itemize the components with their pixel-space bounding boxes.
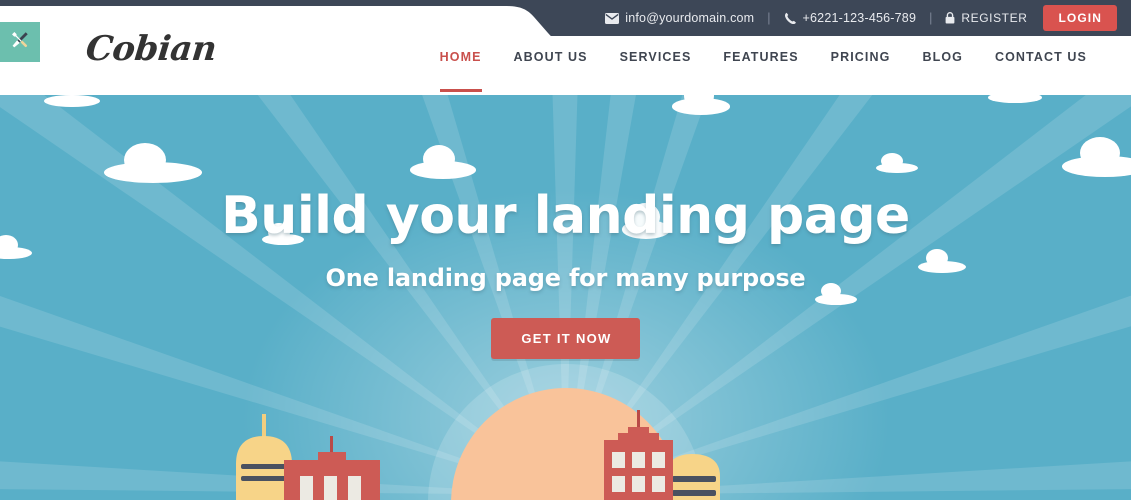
landing-page: info@yourdomain.com | +6221-123-456-789 …: [0, 0, 1131, 500]
cityscape-illustration: [236, 410, 720, 500]
main-navigation: HOME ABOUT US SERVICES FEATURES PRICING …: [424, 51, 1103, 91]
nav-item-about-us[interactable]: ABOUT US: [498, 51, 604, 64]
nav-item-home[interactable]: HOME: [424, 51, 498, 91]
nav-item-pricing[interactable]: PRICING: [815, 51, 907, 64]
brand-logo-text[interactable]: Cobian: [84, 29, 218, 69]
hero-copy: Build your landing page One landing page…: [0, 95, 1131, 359]
hero-title: Build your landing page: [221, 186, 910, 246]
hero-subtitle: One landing page for many purpose: [325, 264, 806, 292]
get-it-now-button[interactable]: GET IT NOW: [491, 318, 640, 359]
nav-item-contact-us[interactable]: CONTACT US: [979, 51, 1103, 64]
building-center-tower: [604, 410, 673, 500]
tools-icon: [9, 29, 31, 56]
dome-building-left: [236, 414, 292, 500]
logo-tile[interactable]: [0, 22, 40, 62]
nav-item-blog[interactable]: BLOG: [906, 51, 979, 64]
nav-item-features[interactable]: FEATURES: [707, 51, 814, 64]
building-left-red: [284, 436, 380, 500]
hero-section: Build your landing page One landing page…: [0, 95, 1131, 500]
dome-building-right: [666, 454, 720, 500]
nav-item-services[interactable]: SERVICES: [604, 51, 708, 64]
site-header: Cobian HOME ABOUT US SERVICES FEATURES P…: [0, 6, 1131, 95]
